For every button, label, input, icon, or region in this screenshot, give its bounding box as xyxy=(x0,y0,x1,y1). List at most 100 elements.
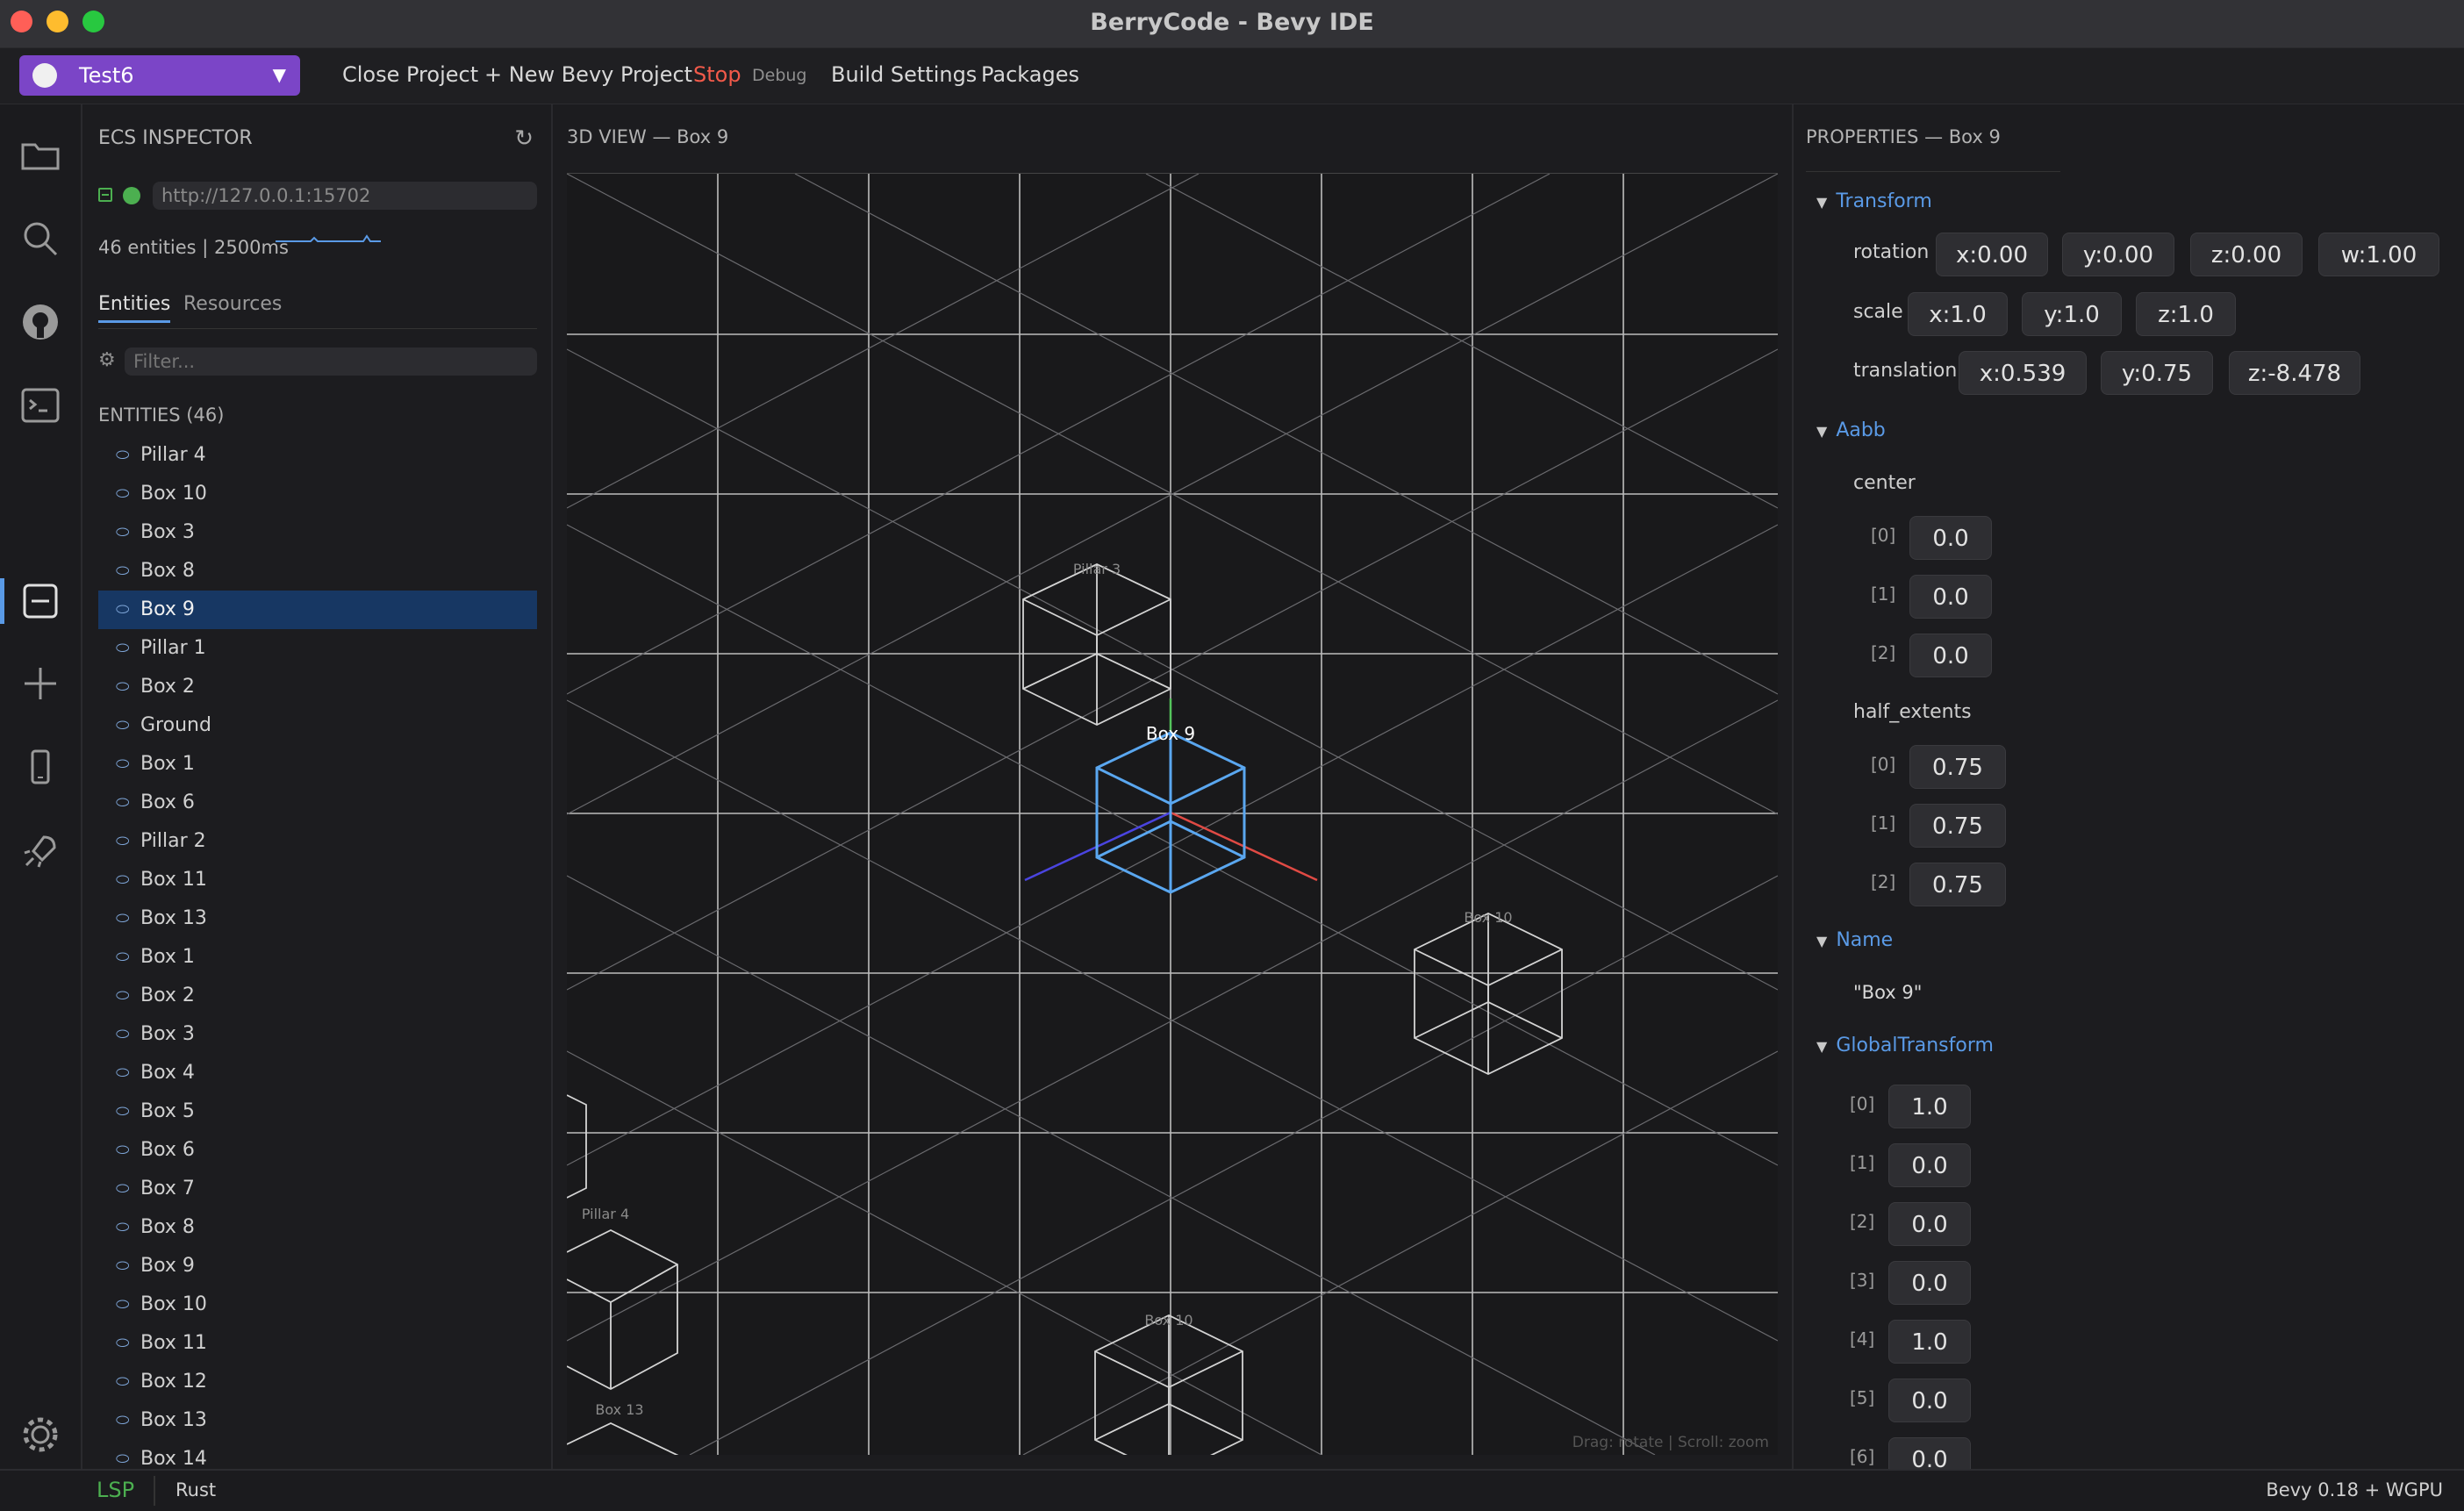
language-indicator[interactable]: Rust xyxy=(175,1479,216,1500)
server-url-field[interactable]: http://127.0.0.1:15702 xyxy=(153,182,537,210)
activity-bar xyxy=(0,104,82,1469)
entity-icon: ⬭ xyxy=(116,870,130,889)
global-transform-field[interactable]: 0.0 xyxy=(1888,1143,1971,1187)
entity-icon: ⬭ xyxy=(116,909,130,927)
entity-list-item[interactable]: ⬭ Box 3 xyxy=(98,1015,537,1054)
build-settings-button[interactable]: Build Settings xyxy=(831,62,977,87)
rotation-y-field[interactable]: y:0.00 xyxy=(2062,233,2174,276)
collapse-triangle-icon: ▼ xyxy=(1816,423,1828,440)
entity-list-item[interactable]: ⬭ Box 13 xyxy=(98,899,537,938)
global-transform-index: [0] xyxy=(1850,1093,1875,1114)
center-1-field[interactable]: 0.0 xyxy=(1909,575,1992,619)
terminal-icon[interactable] xyxy=(18,383,63,428)
rocket-icon[interactable] xyxy=(18,828,63,874)
3d-viewport[interactable]: Box 9 Pillar 3 Box 10 Pillar 4 Box 10 Bo… xyxy=(567,173,1778,1455)
translation-label: translation xyxy=(1853,360,1958,382)
entity-list-item[interactable]: ⬭ Box 13 xyxy=(98,1401,537,1440)
scale-z-field[interactable]: z:1.0 xyxy=(2136,292,2236,336)
entity-list-item[interactable]: ⬭ Box 2 xyxy=(98,668,537,706)
entity-list-item[interactable]: ⬭ Box 9 xyxy=(98,1247,537,1285)
scale-y-field[interactable]: y:1.0 xyxy=(2022,292,2122,336)
tab-entities[interactable]: Entities xyxy=(98,293,171,323)
project-selector[interactable]: Test6 ▼ xyxy=(19,55,300,96)
name-value[interactable]: "Box 9" xyxy=(1853,982,1922,1003)
rotation-w-field[interactable]: w:1.00 xyxy=(2318,233,2439,276)
selected-box-9-cube xyxy=(1095,731,1246,894)
entity-list-item[interactable]: ⬭ Box 7 xyxy=(98,1170,537,1208)
entity-list-item[interactable]: ⬭ Box 6 xyxy=(98,784,537,822)
global-transform-field[interactable]: 1.0 xyxy=(1888,1085,1971,1128)
debug-button[interactable]: Debug xyxy=(752,66,806,85)
entity-list-item[interactable]: ⬭ Box 14 xyxy=(98,1440,537,1469)
gear-icon[interactable]: ⚙ xyxy=(98,349,116,371)
entity-list-item[interactable]: ⬭ Box 3 xyxy=(98,513,537,552)
entity-label: Box 11 xyxy=(140,869,207,891)
filter-input[interactable] xyxy=(125,347,537,376)
folder-icon[interactable] xyxy=(18,132,63,178)
close-project-button[interactable]: Close Project xyxy=(342,62,478,87)
translation-z-field[interactable]: z:-8.478 xyxy=(2229,351,2360,395)
box-10-cube xyxy=(1414,912,1563,1076)
center-0-field[interactable]: 0.0 xyxy=(1909,516,1992,560)
half-extents-2-field[interactable]: 0.75 xyxy=(1909,863,2006,906)
entity-list-item[interactable]: ⬭ Box 11 xyxy=(98,1324,537,1363)
entity-list-item[interactable]: ⬭ Box 8 xyxy=(98,1208,537,1247)
collapse-toggle[interactable] xyxy=(98,188,112,202)
entity-list-item[interactable]: ⬭ Box 12 xyxy=(98,1363,537,1401)
mobile-icon[interactable] xyxy=(18,744,63,790)
half-extents-1-field[interactable]: 0.75 xyxy=(1909,804,2006,848)
scale-x-field[interactable]: x:1.0 xyxy=(1908,292,2008,336)
entity-list-item[interactable]: ⬭ Box 1 xyxy=(98,938,537,977)
entity-icon: ⬭ xyxy=(116,1141,130,1159)
entity-list-item[interactable]: ⬭ Box 2 xyxy=(98,977,537,1015)
rotation-x-field[interactable]: x:0.00 xyxy=(1936,233,2048,276)
entity-label: Box 3 xyxy=(140,1023,195,1045)
half-extents-0-field[interactable]: 0.75 xyxy=(1909,745,2006,789)
entity-list-item[interactable]: ⬭ Box 11 xyxy=(98,861,537,899)
ecs-inspector-icon[interactable] xyxy=(18,578,63,624)
global-transform-field[interactable]: 0.0 xyxy=(1888,1261,1971,1305)
entity-icon: ⬭ xyxy=(116,600,130,619)
search-icon[interactable] xyxy=(18,216,63,261)
transform-section-header[interactable]: ▼ Transform xyxy=(1816,190,1932,212)
entity-list-item[interactable]: ⬭ Pillar 1 xyxy=(98,629,537,668)
tab-resources[interactable]: Resources xyxy=(183,293,282,315)
entity-list-item[interactable]: ⬭ Box 10 xyxy=(98,475,537,513)
entity-list-item[interactable]: ⬭ Pillar 4 xyxy=(98,436,537,475)
entity-list-item[interactable]: ⬭ Box 6 xyxy=(98,1131,537,1170)
entity-list-item[interactable]: ⬭ Box 8 xyxy=(98,552,537,591)
entity-list-item[interactable]: ⬭ Box 9 xyxy=(98,591,537,629)
global-transform-field[interactable]: 1.0 xyxy=(1888,1320,1971,1364)
title-bar: BerryCode - Bevy IDE xyxy=(0,0,2464,48)
settings-icon[interactable] xyxy=(18,1412,63,1457)
entity-list-item[interactable]: ⬭ Ground xyxy=(98,706,537,745)
entity-list-item[interactable]: ⬭ Box 10 xyxy=(98,1285,537,1324)
github-icon[interactable] xyxy=(18,299,63,345)
rotation-z-field[interactable]: z:0.00 xyxy=(2190,233,2303,276)
global-transform-field[interactable]: 0.0 xyxy=(1888,1437,1971,1469)
stop-button[interactable]: Stop xyxy=(693,62,741,87)
entity-list-item[interactable]: ⬭ Box 5 xyxy=(98,1092,537,1131)
add-icon[interactable] xyxy=(18,661,63,706)
packages-button[interactable]: Packages xyxy=(981,62,1079,87)
center-2-field[interactable]: 0.0 xyxy=(1909,634,1992,677)
name-section-header[interactable]: ▼ Name xyxy=(1816,929,1893,951)
entity-list-item[interactable]: ⬭ Pillar 2 xyxy=(98,822,537,861)
entity-icon: ⬭ xyxy=(116,1295,130,1314)
lsp-status[interactable]: LSP xyxy=(97,1478,134,1502)
global-transform-index: [6] xyxy=(1850,1446,1875,1467)
entity-icon: ⬭ xyxy=(116,677,130,696)
new-bevy-project-button[interactable]: + New Bevy Project xyxy=(484,62,692,87)
pillar-4-cube xyxy=(567,1094,678,1391)
refresh-icon[interactable]: ↻ xyxy=(514,125,534,152)
entity-label: Box 7 xyxy=(140,1178,195,1199)
entity-list-item[interactable]: ⬭ Box 4 xyxy=(98,1054,537,1092)
translation-x-field[interactable]: x:0.539 xyxy=(1959,351,2087,395)
translation-y-field[interactable]: y:0.75 xyxy=(2101,351,2213,395)
global-transform-field[interactable]: 0.0 xyxy=(1888,1202,1971,1246)
global-transform-field[interactable]: 0.0 xyxy=(1888,1379,1971,1422)
global-transform-section-header[interactable]: ▼ GlobalTransform xyxy=(1816,1035,1994,1056)
entity-list-item[interactable]: ⬭ Box 1 xyxy=(98,745,537,784)
window-title: BerryCode - Bevy IDE xyxy=(1090,9,1374,36)
aabb-section-header[interactable]: ▼ Aabb xyxy=(1816,419,1886,441)
